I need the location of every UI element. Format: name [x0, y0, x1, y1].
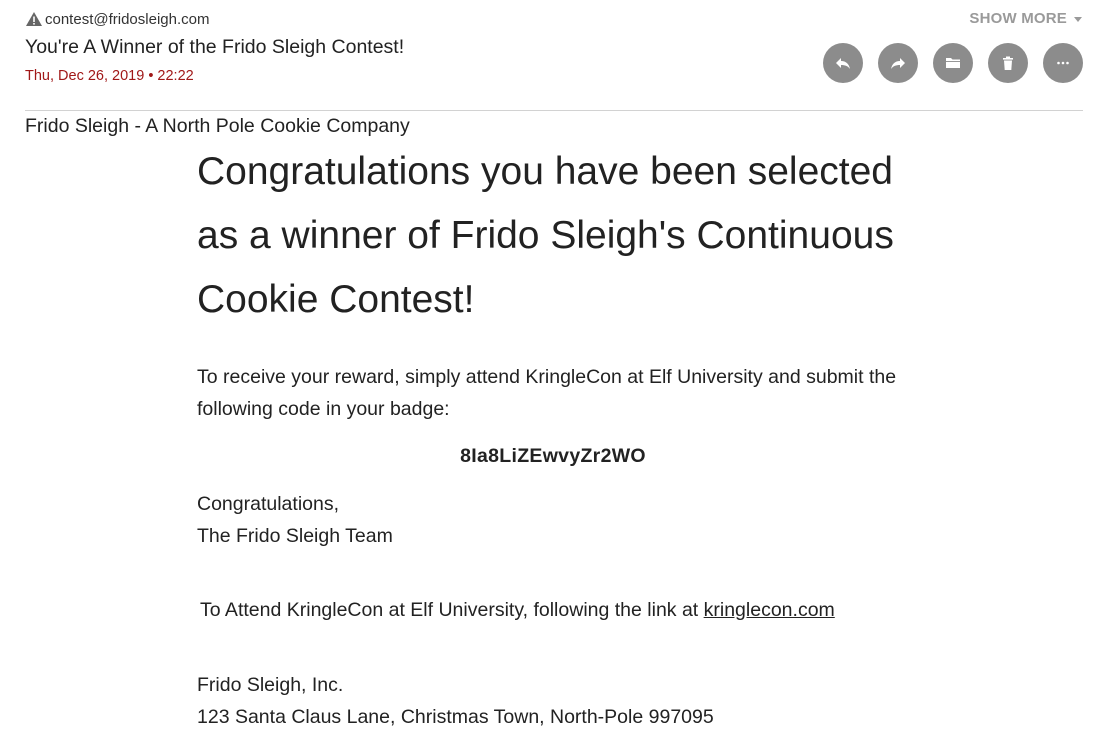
email-subject: You're A Winner of the Frido Sleigh Cont… — [25, 36, 405, 58]
attend-text: To Attend KringleCon at Elf University, … — [200, 599, 704, 621]
email-date: Thu, Dec 26, 2019 • 22:22 — [25, 68, 194, 84]
folder-icon — [946, 58, 960, 68]
more-icon — [1057, 61, 1069, 65]
sender-row: contest@fridosleigh.com — [25, 10, 209, 28]
address-line-1: Frido Sleigh, Inc. — [197, 674, 344, 696]
reply-button[interactable] — [823, 43, 863, 83]
more-options-button[interactable] — [1043, 43, 1083, 83]
company-name: Frido Sleigh - A North Pole Cookie Compa… — [25, 115, 410, 137]
show-more-button[interactable]: SHOW MORE — [969, 10, 1083, 27]
header-divider — [25, 110, 1083, 111]
address-block: Frido Sleigh, Inc. 123 Santa Claus Lane,… — [197, 669, 917, 733]
email-view: contest@fridosleigh.com You're A Winner … — [0, 0, 1107, 754]
delete-button[interactable] — [988, 43, 1028, 83]
sender-email[interactable]: contest@fridosleigh.com — [45, 11, 209, 28]
address-line-2: 123 Santa Claus Lane, Christmas Town, No… — [197, 706, 714, 728]
signoff-line-2: The Frido Sleigh Team — [197, 525, 393, 547]
signoff-line-1: Congratulations, — [197, 493, 340, 515]
email-body: Congratulations you have been selected a… — [197, 140, 917, 733]
forward-button[interactable] — [878, 43, 918, 83]
caret-down-icon — [1074, 16, 1082, 22]
trash-icon — [1003, 56, 1013, 70]
badge-code: 8Ia8LiZEwvyZr2WO — [460, 445, 646, 467]
attend-line: To Attend KringleCon at Elf University, … — [200, 594, 917, 626]
headline: Congratulations you have been selected a… — [197, 150, 894, 321]
move-to-folder-button[interactable] — [933, 43, 973, 83]
warning-icon — [26, 12, 42, 26]
instructions-text: To receive your reward, simply attend Kr… — [197, 366, 897, 420]
show-more-label: SHOW MORE — [969, 10, 1067, 27]
reply-icon — [836, 58, 850, 69]
kringlecon-link[interactable]: kringlecon.com — [704, 599, 835, 621]
signoff: Congratulations, The Frido Sleigh Team — [197, 488, 917, 552]
forward-icon — [891, 58, 905, 69]
action-toolbar — [823, 43, 1083, 83]
